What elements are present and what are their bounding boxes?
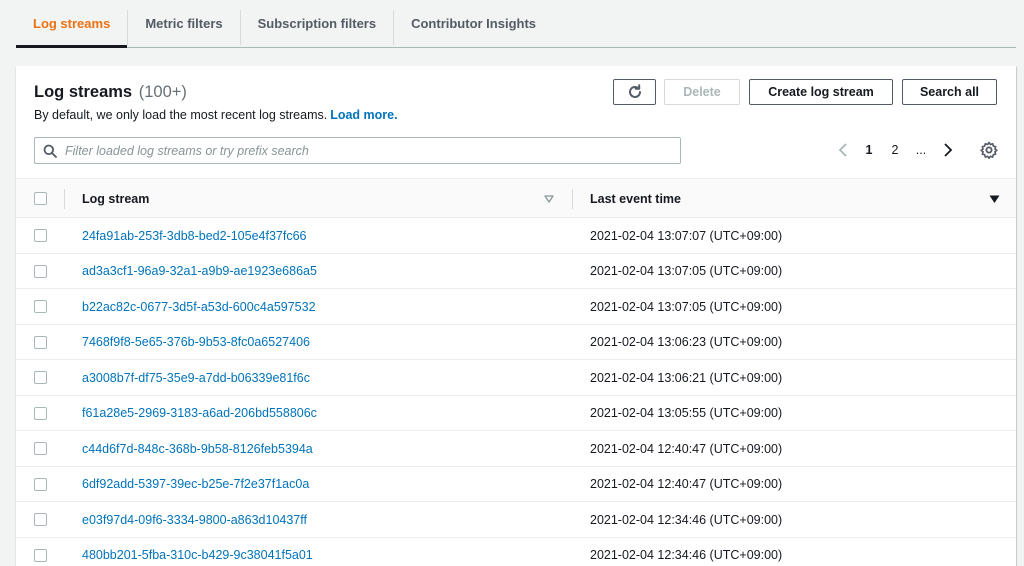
refresh-button[interactable] xyxy=(613,79,656,105)
sort-icon[interactable] xyxy=(544,194,554,204)
table-row: f61a28e5-2969-3183-a6ad-206bd558806c 202… xyxy=(16,396,1016,431)
tab-label: Log streams xyxy=(33,15,111,31)
table-row: 7468f9f8-5e65-376b-9b53-8fc0a6527406 202… xyxy=(16,325,1016,360)
log-stream-link[interactable]: c44d6f7d-848c-368b-9b58-8126feb5394a xyxy=(82,431,313,466)
last-event-time: 2021-02-04 12:34:46 (UTC+09:00) xyxy=(590,548,783,562)
tab-label: Contributor Insights xyxy=(411,15,537,31)
pagination-next[interactable] xyxy=(939,138,957,162)
last-event-time: 2021-02-04 13:06:21 (UTC+09:00) xyxy=(590,370,783,385)
row-checkbox[interactable] xyxy=(34,513,47,526)
tab-contributor-insights[interactable]: Contributor Insights xyxy=(394,0,553,46)
last-event-time: 2021-02-04 13:07:05 (UTC+09:00) xyxy=(590,299,783,314)
row-checkbox[interactable] xyxy=(34,477,47,491)
row-checkbox[interactable] xyxy=(34,371,47,384)
chevron-right-icon xyxy=(944,143,953,157)
pagination-prev[interactable] xyxy=(834,138,852,162)
row-checkbox[interactable] xyxy=(34,335,47,349)
column-header-last-event-time[interactable]: Last event time xyxy=(590,179,681,219)
column-header-log-stream[interactable]: Log stream xyxy=(82,179,149,219)
pagination-ellipsis: ... xyxy=(915,143,927,157)
pagination-page-2[interactable]: 2 xyxy=(888,138,902,162)
table-row: e03f97d4-09f6-3334-9800-a863d10437ff 202… xyxy=(16,502,1016,538)
tab-bar: Log streams Metric filters Subscription … xyxy=(16,0,1016,48)
preferences-button[interactable] xyxy=(979,140,999,160)
stream-count: (100+) xyxy=(138,83,187,101)
row-checkbox[interactable] xyxy=(34,264,47,278)
log-stream-link[interactable]: 24fa91ab-253f-3db8-bed2-105e4f37fc66 xyxy=(82,218,307,253)
table-header: Log stream Last event time xyxy=(16,178,1016,218)
table-row: 24fa91ab-253f-3db8-bed2-105e4f37fc66 202… xyxy=(16,218,1016,254)
table-row: a3008b7f-df75-35e9-a7dd-b06339e81f6c 202… xyxy=(16,360,1016,396)
table-row: c44d6f7d-848c-368b-9b58-8126feb5394a 202… xyxy=(16,431,1016,467)
log-streams-panel: Log streams (100+) By default, we only l… xyxy=(16,66,1016,566)
last-event-time: 2021-02-04 13:07:07 (UTC+09:00) xyxy=(590,228,783,243)
log-stream-link[interactable]: a3008b7f-df75-35e9-a7dd-b06339e81f6c xyxy=(82,360,310,395)
row-checkbox[interactable] xyxy=(34,442,47,455)
load-more-link[interactable]: Load more. xyxy=(330,108,397,122)
tab-subscription-filters[interactable]: Subscription filters xyxy=(241,0,393,46)
column-divider xyxy=(572,189,573,209)
log-stream-link[interactable]: 6df92add-5397-39ec-b25e-7f2e37f1ac0a xyxy=(82,467,309,502)
refresh-icon xyxy=(628,84,641,98)
last-event-time: 2021-02-04 12:40:47 (UTC+09:00) xyxy=(590,477,783,491)
panel-description: By default, we only load the most recent… xyxy=(34,108,398,122)
last-event-time: 2021-02-04 13:06:23 (UTC+09:00) xyxy=(590,335,783,349)
column-divider xyxy=(64,189,65,209)
row-checkbox[interactable] xyxy=(34,300,47,313)
chevron-left-icon xyxy=(838,143,847,157)
tab-log-streams[interactable]: Log streams xyxy=(16,0,128,48)
last-event-time: 2021-02-04 13:05:55 (UTC+09:00) xyxy=(590,406,783,420)
description-text: By default, we only load the most recent… xyxy=(34,108,328,122)
sort-descending-icon[interactable] xyxy=(989,194,1000,204)
tab-label: Subscription filters xyxy=(257,15,377,31)
table-row: b22ac82c-0677-3d5f-a53d-600c4a597532 202… xyxy=(16,289,1016,325)
log-stream-link[interactable]: b22ac82c-0677-3d5f-a53d-600c4a597532 xyxy=(82,289,316,324)
panel-title-text: Log streams xyxy=(34,83,133,101)
filter-input[interactable] xyxy=(65,143,655,158)
log-stream-link[interactable]: e03f97d4-09f6-3334-9800-a863d10437ff xyxy=(82,502,307,537)
table-row: ad3a3cf1-96a9-32a1-a9b9-ae1923e686a5 202… xyxy=(16,254,1016,289)
log-stream-link[interactable]: ad3a3cf1-96a9-32a1-a9b9-ae1923e686a5 xyxy=(82,254,317,289)
log-stream-link[interactable]: f61a28e5-2969-3183-a6ad-206bd558806c xyxy=(82,396,317,431)
tab-metric-filters[interactable]: Metric filters xyxy=(128,0,239,46)
search-all-button[interactable]: Search all xyxy=(902,79,997,105)
search-icon xyxy=(43,144,57,158)
panel-title: Log streams (100+) xyxy=(34,83,187,102)
last-event-time: 2021-02-04 13:07:05 (UTC+09:00) xyxy=(590,264,783,278)
log-stream-link[interactable]: 7468f9f8-5e65-376b-9b53-8fc0a6527406 xyxy=(82,325,310,360)
create-log-stream-button[interactable]: Create log stream xyxy=(749,79,893,105)
row-checkbox[interactable] xyxy=(34,406,47,420)
delete-button[interactable]: Delete xyxy=(664,79,740,105)
last-event-time: 2021-02-04 12:34:46 (UTC+09:00) xyxy=(590,512,783,527)
table-row: 480bb201-5fba-310c-b429-9c38041f5a01 202… xyxy=(16,538,1016,566)
last-event-time: 2021-02-04 12:40:47 (UTC+09:00) xyxy=(590,441,783,456)
select-all-checkbox[interactable] xyxy=(34,192,47,205)
tab-label: Metric filters xyxy=(145,15,223,31)
row-checkbox[interactable] xyxy=(34,229,47,242)
log-stream-link[interactable]: 480bb201-5fba-310c-b429-9c38041f5a01 xyxy=(82,538,313,566)
pagination-page-1[interactable]: 1 xyxy=(862,138,876,162)
filter-box xyxy=(34,137,681,164)
row-checkbox[interactable] xyxy=(34,548,47,562)
gear-icon xyxy=(980,141,998,160)
table-row: 6df92add-5397-39ec-b25e-7f2e37f1ac0a 202… xyxy=(16,467,1016,502)
